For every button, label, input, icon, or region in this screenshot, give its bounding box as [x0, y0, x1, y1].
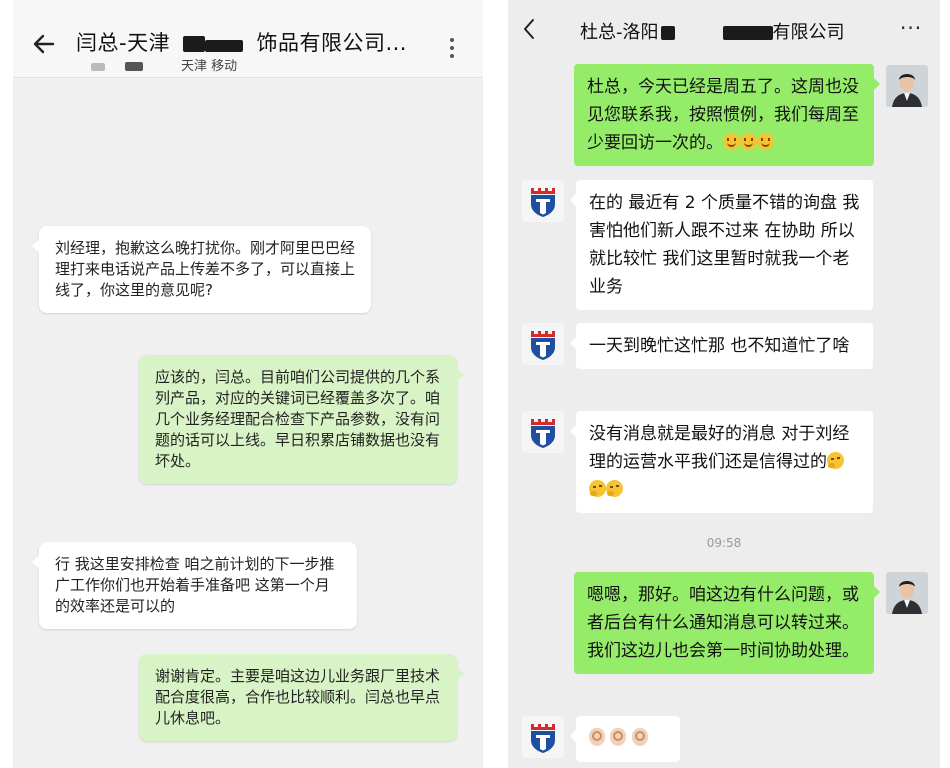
right-message-me: 嗯嗯，那好。咱这边有什么问题，或者后台有什么通知消息可以转过来。我们这边儿也会第…: [574, 572, 880, 674]
message-timestamp: 09:58: [706, 536, 742, 550]
smile-emoji-icon: [757, 133, 774, 150]
company-logo-icon: [531, 419, 555, 448]
right-chat-panel: 杜总-洛阳 有限公司 ··· 杜总，今天已经是周五了。这周也没见您联系我，按照惯例…: [508, 0, 940, 768]
thinking-emoji-icon: [827, 452, 844, 469]
redaction-block: [91, 62, 105, 71]
right-chat-title: 杜总-洛阳 有限公司: [580, 18, 845, 44]
right-chat-header: 杜总-洛阳 有限公司 ···: [508, 0, 940, 60]
left-chat-header: 闫总-天津 饰品有限公司... 天津 移动: [13, 0, 483, 78]
right-message-them: 在的 最近有 2 个质量不错的询盘 我害怕他们新人跟不过来 在协助 所以就比较忙…: [570, 180, 873, 310]
contact-avatar[interactable]: [522, 411, 564, 453]
company-logo-icon: [531, 188, 555, 217]
contact-avatar[interactable]: [522, 323, 564, 365]
right-message-them: 一天到晚忙这忙那 也不知道忙了啥: [570, 323, 873, 369]
right-message-them: 没有消息就是最好的消息 对于刘经理的运营水平我们还是信得过的: [570, 411, 873, 513]
more-options-icon[interactable]: ···: [900, 16, 922, 40]
person-photo-icon: [886, 572, 928, 614]
my-avatar[interactable]: [886, 572, 928, 614]
left-title-suffix: 饰品有限公司...: [256, 31, 407, 55]
more-options-icon[interactable]: [449, 38, 455, 60]
back-arrow-icon[interactable]: [31, 31, 57, 57]
company-logo-icon: [531, 331, 555, 360]
left-message-them: 行 我这里安排检查 咱之前计划的下一步推广工作你们也开始着手准备吧 这第一个月的…: [32, 542, 357, 629]
left-title-prefix: 闫总-天津: [76, 31, 171, 55]
ok-hand-emoji-icon: [610, 728, 627, 746]
my-avatar[interactable]: [886, 65, 928, 107]
right-message-me: 杜总，今天已经是周五了。这周也没见您联系我，按照惯例，我们每周至少要回访一次的。: [574, 64, 880, 166]
ok-hand-emoji-icon: [631, 728, 648, 746]
company-logo-icon: [531, 724, 555, 753]
contact-avatar[interactable]: [522, 180, 564, 222]
left-message-me: 谢谢肯定。主要是咱这边儿业务跟厂里技术配合度很高，合作也比较顺利。闫总也早点儿休…: [139, 654, 464, 741]
smile-emoji-icon: [723, 133, 740, 150]
smile-emoji-icon: [740, 133, 757, 150]
left-message-me: 应该的，闫总。目前咱们公司提供的几个系列产品，对应的关键词已经覆盖多次了。咱几个…: [139, 355, 464, 484]
redaction-block: [205, 40, 244, 52]
redaction-block: [183, 36, 206, 52]
redaction-block: [722, 26, 773, 40]
message-text: 没有消息就是最好的消息 对于刘经理的运营水平我们还是信得过的: [589, 424, 850, 472]
redaction-block: [660, 26, 675, 40]
left-chat-panel: 闫总-天津 饰品有限公司... 天津 移动 刘经理，抱歉这么晚打扰你。刚才阿里巴…: [13, 0, 483, 768]
person-photo-icon: [886, 65, 928, 107]
right-title-prefix: 杜总-洛阳: [580, 22, 659, 43]
right-message-them: [570, 716, 680, 762]
contact-avatar[interactable]: [522, 716, 564, 758]
left-message-them: 刘经理，抱歉这么晚打扰你。刚才阿里巴巴经理打来电话说产品上传差不多了，可以直接上…: [32, 226, 371, 313]
redaction-block: [125, 62, 143, 71]
ok-hand-emoji-icon: [589, 728, 605, 746]
right-title-suffix: 有限公司: [772, 22, 845, 43]
left-chat-subtitle: 天津 移动: [91, 55, 237, 74]
thinking-emoji-icon: [606, 480, 623, 497]
carrier-location: 天津 移动: [181, 59, 238, 74]
thinking-emoji-icon: [589, 480, 606, 497]
left-chat-title: 闫总-天津 饰品有限公司...: [76, 27, 407, 57]
back-chevron-icon[interactable]: [522, 18, 536, 40]
